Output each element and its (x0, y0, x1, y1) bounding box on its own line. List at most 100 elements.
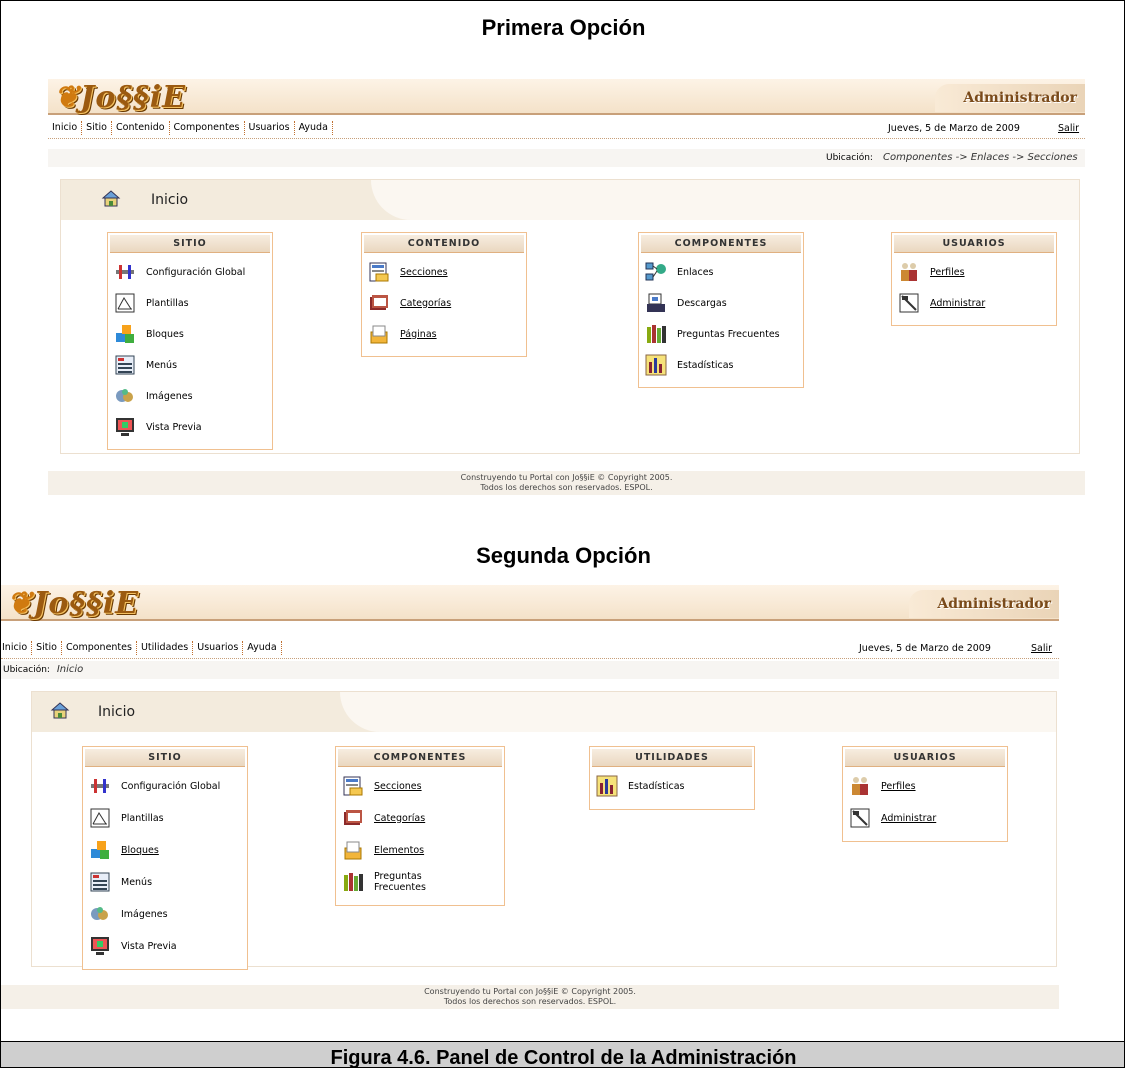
faq-icon (645, 323, 667, 345)
blocks-icon (114, 323, 136, 345)
copyright-line-1: Construyendo tu Portal con Jo§§iE © Copy… (460, 473, 673, 482)
item-páginas[interactable]: Páginas (368, 323, 437, 345)
item-categorías[interactable]: Categorías (368, 292, 451, 314)
figure-frame: { "figure":{"title1":"Primera Opción","t… (0, 0, 1125, 1068)
menu-item-inicio[interactable]: Inicio (1, 641, 33, 655)
item-label[interactable]: Páginas (400, 329, 437, 340)
menu-item-ayuda[interactable]: Ayuda (295, 121, 333, 135)
item-secciones[interactable]: Secciones (342, 775, 422, 797)
admin-icon (849, 807, 871, 829)
stats-icon (596, 775, 618, 797)
images-icon (89, 903, 111, 925)
box-componentes: COMPONENTES Enlaces Descargas Preguntas Fre… (638, 232, 804, 388)
item-label[interactable]: Administrar (881, 813, 936, 824)
admin-title: Administrador (909, 590, 1059, 618)
item-plantillas[interactable]: Plantillas (89, 807, 164, 829)
logout-link[interactable]: Salir (1058, 123, 1079, 134)
item-preguntas-frecuentes[interactable]: Preguntas Frecuentes (342, 871, 434, 893)
control-panel: Inicio SITIO Configuración Global Plantill… (60, 179, 1080, 454)
item-configuración-global[interactable]: Configuración Global (89, 775, 220, 797)
item-label[interactable]: Perfiles (881, 781, 916, 792)
item-perfiles[interactable]: Perfiles (898, 261, 965, 283)
item-label: Descargas (677, 297, 727, 309)
location-label: Ubicación: (3, 665, 50, 675)
footer: Construyendo tu Portal con Jo§§iE © Copy… (48, 471, 1085, 495)
item-label: Enlaces (677, 266, 714, 278)
sections-icon (368, 261, 390, 283)
location-path: Inicio (56, 664, 84, 675)
item-menús[interactable]: Menús (89, 871, 152, 893)
copyright-line-1: Construyendo tu Portal con Jo§§iE © Copy… (424, 987, 636, 996)
preview-icon (89, 935, 111, 957)
item-estadísticas[interactable]: Estadísticas (645, 354, 733, 376)
item-imágenes[interactable]: Imágenes (89, 903, 168, 925)
menu-item-sitio[interactable]: Sitio (82, 121, 112, 135)
item-label[interactable]: Secciones (400, 267, 448, 278)
item-enlaces[interactable]: Enlaces (645, 261, 714, 283)
item-label: Plantillas (146, 297, 189, 309)
item-label[interactable]: Categorías (374, 813, 425, 824)
item-administrar[interactable]: Administrar (898, 292, 985, 314)
copyright-line-2: Todos los derechos son reservados. ESPOL… (443, 997, 617, 1006)
menu-item-usuarios[interactable]: Usuarios (245, 121, 295, 135)
panel-title: Inicio (151, 192, 189, 208)
item-elementos[interactable]: Elementos (342, 839, 424, 861)
item-label: Vista Previa (146, 421, 202, 433)
nav-bar: Inicio Sitio Componentes Utilidades Usuarios… (1, 637, 1059, 659)
item-label[interactable]: Administrar (930, 298, 985, 309)
menu-item-contenido[interactable]: Contenido (112, 121, 170, 135)
downloads-icon (645, 292, 667, 314)
admin-title: Administrador (935, 84, 1085, 112)
box-sitio: SITIO Configuración Global Plantillas Bloqu… (107, 232, 273, 450)
item-bloques[interactable]: Bloques (114, 323, 184, 345)
menu-item-componentes[interactable]: Componentes (170, 121, 245, 135)
jossie-logo[interactable]: ❦Jo§§iE (54, 80, 186, 115)
item-bloques[interactable]: Bloques (89, 839, 159, 861)
item-plantillas[interactable]: Plantillas (114, 292, 189, 314)
menu-item-usuarios[interactable]: Usuarios (193, 641, 244, 655)
item-configuración-global[interactable]: Configuración Global (114, 261, 245, 283)
menu-item-sitio[interactable]: Sitio (32, 641, 62, 655)
item-categorías[interactable]: Categorías (342, 807, 425, 829)
item-administrar[interactable]: Administrar (849, 807, 936, 829)
menu-item-componentes[interactable]: Componentes (62, 641, 137, 655)
logout-link[interactable]: Salir (1031, 643, 1052, 654)
box-contenido: CONTENIDO Secciones Categorías Páginas (361, 232, 527, 357)
main-menu: Inicio Sitio Contenido Componentes Usuarios A… (48, 121, 333, 135)
item-label: Menús (121, 876, 153, 888)
item-estadísticas[interactable]: Estadísticas (596, 775, 684, 797)
item-label[interactable]: Secciones (374, 781, 422, 792)
item-imágenes[interactable]: Imágenes (114, 385, 193, 407)
box-title: CONTENIDO (364, 235, 524, 253)
figure-caption: Figura 4.6. Panel de Control de la Admin… (1, 1041, 1124, 1067)
box-utilidades: UTILIDADES Estadísticas (589, 746, 755, 810)
control-panel: Inicio SITIO Configuración Global Plantill… (31, 691, 1057, 970)
menu-item-ayuda[interactable]: Ayuda (243, 641, 282, 655)
item-vista-previa[interactable]: Vista Previa (114, 416, 202, 438)
item-label[interactable]: Perfiles (930, 267, 965, 278)
profiles-icon (898, 261, 920, 283)
item-perfiles[interactable]: Perfiles (849, 775, 916, 797)
location-bar: Ubicación: Inicio (1, 661, 1059, 679)
menu-icon (89, 871, 111, 893)
menu-item-inicio[interactable]: Inicio (48, 121, 83, 135)
item-descargas[interactable]: Descargas (645, 292, 727, 314)
item-secciones[interactable]: Secciones (368, 261, 448, 283)
sections-icon (342, 775, 364, 797)
item-label: Configuración Global (146, 266, 246, 278)
item-menús[interactable]: Menús (114, 354, 177, 376)
menu-icon (114, 354, 136, 376)
item-vista-previa[interactable]: Vista Previa (89, 935, 177, 957)
location-path: Componentes -> Enlaces -> Secciones (883, 152, 1078, 163)
menu-item-utilidades[interactable]: Utilidades (137, 641, 194, 655)
jossie-logo[interactable]: ❦Jo§§iE (7, 586, 139, 621)
item-preguntas-frecuentes[interactable]: Preguntas Frecuentes (645, 323, 780, 345)
item-label[interactable]: Bloques (121, 845, 159, 856)
option2-title: Segunda Opción (476, 543, 651, 568)
location-bar: Ubicación: Componentes -> Enlaces -> Sec… (48, 149, 1085, 167)
pages-icon (342, 839, 364, 861)
item-label[interactable]: Categorías (400, 298, 451, 309)
box-title: USUARIOS (894, 235, 1054, 253)
item-label[interactable]: Elementos (374, 845, 424, 856)
template-icon (89, 807, 111, 829)
